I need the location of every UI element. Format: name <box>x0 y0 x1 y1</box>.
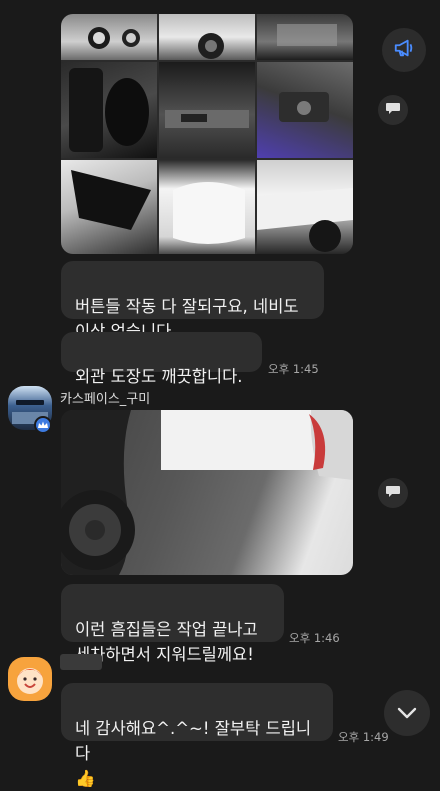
message-bubble[interactable]: 외관 도장도 깨끗합니다. <box>61 332 262 386</box>
megaphone-icon <box>393 37 415 63</box>
share-button[interactable] <box>378 478 408 508</box>
message-bubble[interactable]: 네 감사해요^.^~! 잘부탁 드립니다 👍 <box>61 683 333 788</box>
message-bubble[interactable]: 이런 흠집들은 작업 끝나고 세차하면서 지워드릴께요! <box>61 584 284 664</box>
car-photo-thumbnail[interactable] <box>257 62 353 158</box>
announcement-button[interactable] <box>382 28 426 72</box>
message-time: 오후 1:49 <box>338 730 389 744</box>
sender-name-blurred <box>60 654 102 670</box>
car-photo-thumbnail[interactable] <box>61 160 157 254</box>
car-photo-thumbnail[interactable] <box>257 160 353 254</box>
message-bubble[interactable]: 버튼들 작동 다 잘되구요, 네비도 이상 없습니다. <box>61 261 324 341</box>
car-photo-thumbnail[interactable] <box>159 14 255 60</box>
car-photo-thumbnail[interactable] <box>257 14 353 60</box>
share-button[interactable] <box>378 95 408 125</box>
speech-bubble-share-icon <box>385 100 401 120</box>
car-photo-thumbnail[interactable] <box>61 62 157 158</box>
car-photo-thumbnail[interactable] <box>61 14 157 60</box>
message-text: 외관 도장도 깨끗합니다. <box>75 367 243 386</box>
photo-grid-message[interactable] <box>61 14 353 254</box>
message-text: 네 감사해요^.^~! 잘부탁 드립니다 👍 <box>75 719 312 788</box>
message-text: 이런 흠집들은 작업 끝나고 세차하면서 지워드릴께요! <box>75 620 258 664</box>
chevron-down-icon <box>397 704 417 723</box>
message-time: 오후 1:45 <box>268 362 319 376</box>
car-photo-message[interactable] <box>61 410 353 575</box>
scroll-to-bottom-button[interactable] <box>384 690 430 736</box>
avatar[interactable] <box>8 657 52 701</box>
car-photo-thumbnail[interactable] <box>159 160 255 254</box>
message-time: 오후 1:46 <box>289 631 340 645</box>
speech-bubble-share-icon <box>385 483 401 503</box>
car-photo-thumbnail[interactable] <box>159 62 255 158</box>
crown-icon <box>34 416 52 434</box>
sender-name: 카스페이스_구미 <box>60 392 151 407</box>
